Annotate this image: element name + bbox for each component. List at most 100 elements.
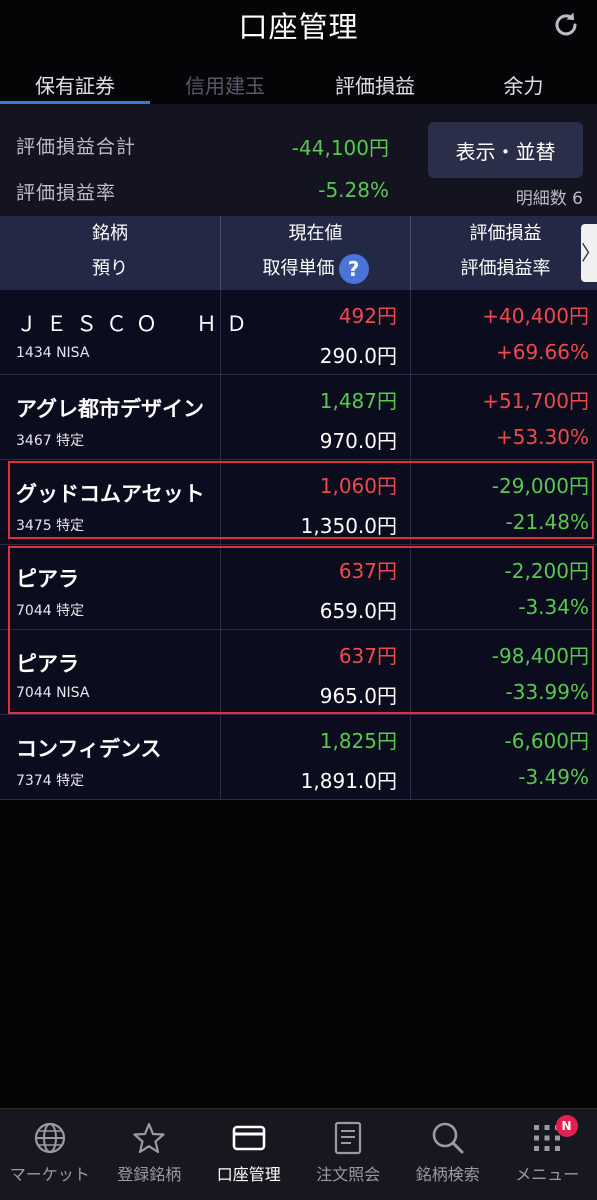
column-divider [410,375,411,459]
header-pl: 評価損益 [469,223,542,244]
document-icon [335,1121,362,1155]
profit-loss: +51,700円 [482,389,589,413]
nav-market-label: マーケット [9,1165,90,1184]
tab-margin-positions[interactable]: 信用建玉 [150,60,300,104]
table-row[interactable]: ピアラ 7044 特定 637円 659.0円 -2,200円 -3.34% [0,545,597,630]
table-row[interactable]: アグレ都市デザイン 3467 特定 1,487円 970.0円 +51,700円… [0,375,597,460]
page-title: 口座管理 [238,10,359,44]
current-price: 1,825円 [319,729,397,753]
nav-orders[interactable]: 注文照会 [299,1109,399,1200]
stock-name: ピアラ [16,652,79,676]
bottom-nav: マーケット 登録銘柄 口座管理 注文照会 銘柄検索 N メニュー [0,1108,597,1200]
column-divider [220,375,221,459]
refresh-icon[interactable] [551,10,581,40]
profit-loss-rate: +69.66% [495,340,589,364]
table-row[interactable]: ＪＥＳＣＯ ＨＤ 1434 NISA 492円 290.0円 +40,400円 … [0,290,597,375]
new-badge: N [555,1115,578,1137]
total-pl-value: -44,100円 [291,136,389,160]
acquisition-price: 965.0円 [319,684,397,708]
column-divider [410,290,411,374]
globe-icon [34,1122,65,1154]
acquisition-price: 659.0円 [319,599,397,623]
nav-watchlist-label: 登録銘柄 [117,1165,182,1184]
header-col-stock: 銘柄 預り [0,216,220,290]
tab-bar: 保有証券 信用建玉 評価損益 余力 [0,60,597,104]
header-acquisition-price-wrap: 取得単価? [221,251,410,286]
tab-profit-loss[interactable]: 評価損益 [300,60,450,104]
profit-loss-rate: -3.49% [518,765,589,789]
stock-code: 7044 NISA [16,685,90,701]
current-price: 492円 [338,304,397,328]
current-price: 637円 [338,644,397,668]
header-stock-name: 銘柄 [92,223,128,244]
pl-rate-value: -5.28% [318,178,389,202]
acquisition-price: 970.0円 [319,429,397,453]
column-divider [410,545,411,629]
header-col-pl: 評価損益 評価損益率 [410,216,597,290]
table-row[interactable]: グッドコムアセット 3475 特定 1,060円 1,350.0円 -29,00… [0,460,597,545]
table-row[interactable]: ピアラ 7044 NISA 637円 965.0円 -98,400円 -33.9… [0,630,597,715]
profit-loss: -98,400円 [491,644,589,668]
acquisition-price: 290.0円 [319,344,397,368]
profit-loss-rate: -33.99% [505,680,589,704]
nav-menu[interactable]: N メニュー [498,1109,597,1200]
current-price: 1,060円 [319,474,397,498]
table-row[interactable]: コンフィデンス 7374 特定 1,825円 1,891.0円 -6,600円 … [0,715,597,800]
profit-loss-rate: +53.30% [495,425,589,449]
column-divider [410,460,411,544]
column-divider [220,630,221,714]
header-col-price: 現在値 取得単価? [220,216,410,290]
stock-code: 7044 特定 [16,603,85,619]
acquisition-price: 1,350.0円 [300,514,397,538]
header-acquisition-price: 取得単価 [262,258,335,279]
stock-name: ピアラ [16,567,79,591]
profit-loss-rate: -21.48% [505,510,589,534]
card-icon [232,1125,266,1151]
star-icon [133,1122,165,1154]
detail-count: 明細数 6 [515,189,583,209]
column-divider [220,715,221,799]
holdings-list: ＪＥＳＣＯ ＨＤ 1434 NISA 492円 290.0円 +40,400円 … [0,290,597,800]
profit-loss: +40,400円 [482,304,589,328]
header-custody: 預り [92,258,128,279]
column-divider [220,545,221,629]
stock-code: 3467 特定 [16,433,85,449]
table-header: 銘柄 預り 現在値 取得単価? 評価損益 評価損益率 〉 [0,216,597,290]
column-divider [410,630,411,714]
header-pl-rate: 評価損益率 [460,258,551,279]
summary-panel: 評価損益合計 -44,100円 評価損益率 -5.28% 表示・並替 明細数 6 [0,104,597,216]
current-price: 1,487円 [319,389,397,413]
nav-watchlist[interactable]: 登録銘柄 [100,1109,200,1200]
total-pl-label: 評価損益合計 [16,136,137,158]
stock-name: アグレ都市デザイン [16,397,204,421]
stock-code: 1434 NISA [16,345,90,361]
profit-loss: -29,000円 [491,474,589,498]
scroll-right-icon[interactable]: 〉 [581,224,597,282]
profit-loss: -2,200円 [504,559,589,583]
tab-buying-power[interactable]: 余力 [450,60,597,104]
help-icon[interactable]: ? [338,254,369,284]
nav-market[interactable]: マーケット [0,1109,100,1200]
stock-name: コンフィデンス [16,737,162,761]
tab-holdings[interactable]: 保有証券 [0,60,150,104]
acquisition-price: 1,891.0円 [300,769,397,793]
nav-search[interactable]: 銘柄検索 [398,1109,498,1200]
pl-rate-label: 評価損益率 [16,182,117,204]
header-current-price: 現在値 [288,223,343,244]
profit-loss-rate: -3.34% [518,595,589,619]
stock-code: 3475 特定 [16,518,85,534]
nav-orders-label: 注文照会 [316,1165,381,1184]
search-icon [432,1122,464,1154]
nav-account[interactable]: 口座管理 [199,1109,299,1200]
current-price: 637円 [338,559,397,583]
nav-search-label: 銘柄検索 [415,1165,480,1184]
column-divider [410,715,411,799]
profit-loss: -6,600円 [504,729,589,753]
nav-account-label: 口座管理 [216,1165,281,1184]
column-divider [220,460,221,544]
nav-menu-label: メニュー [515,1165,580,1184]
display-sort-button[interactable]: 表示・並替 [428,122,583,178]
stock-name: グッドコムアセット [16,482,205,506]
column-divider [220,290,221,374]
stock-code: 7374 特定 [16,773,85,789]
